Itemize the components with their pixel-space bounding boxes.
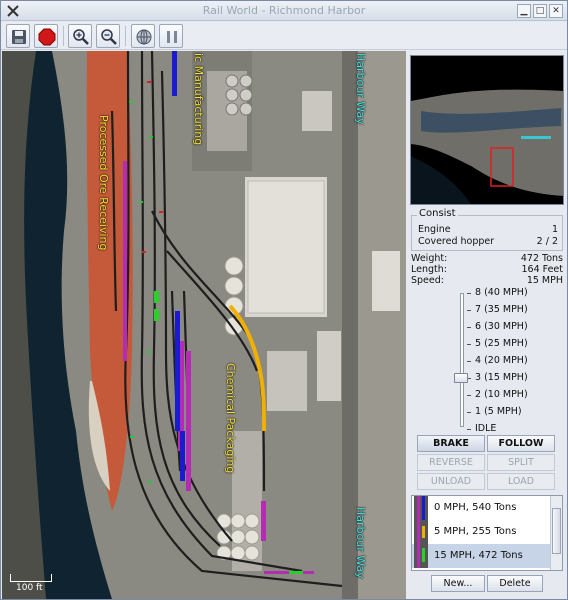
follow-button[interactable]: FOLLOW	[487, 435, 555, 452]
delete-train-button[interactable]: Delete	[487, 575, 543, 592]
consist-row: Covered hopper 2 / 2	[418, 236, 558, 248]
consist-row-value: 2 / 2	[536, 236, 558, 247]
throttle-notch-label[interactable]: 2 (10 MPH)	[475, 389, 528, 400]
pause-icon	[167, 31, 177, 43]
train-list-item[interactable]: 0 MPH, 540 Tons	[412, 496, 550, 520]
throttle-tick	[467, 429, 471, 430]
chemical-packaging-label: Chemical Packaging	[224, 363, 237, 474]
consist-row-value: 1	[551, 224, 558, 235]
scrollbar-thumb[interactable]	[552, 508, 561, 554]
throttle-notch-label[interactable]: 4 (20 MPH)	[475, 355, 528, 366]
throttle-notch-label[interactable]: 7 (35 MPH)	[475, 304, 528, 315]
reverse-button[interactable]: REVERSE	[417, 454, 485, 471]
weight-value: 472 Tons	[520, 253, 563, 264]
brake-button[interactable]: BRAKE	[417, 435, 485, 452]
globe-icon	[136, 29, 152, 45]
train-list-label: 15 MPH, 472 Tons	[434, 550, 523, 561]
train-thumbnail	[414, 496, 428, 520]
window-title: Rail World - Richmond Harbor	[202, 4, 366, 17]
throttle-tick	[467, 327, 471, 328]
weight-label: Weight:	[411, 253, 448, 264]
consist-row-label: Covered hopper	[418, 236, 495, 247]
control-panel: Consist Engine 1 Covered hopper 2 / 2 We…	[407, 51, 567, 599]
minimap-image	[411, 56, 563, 204]
harbour-way-label-top: Harbour Way	[354, 53, 367, 125]
throttle-tick	[467, 310, 471, 311]
close-icon[interactable]: ✕	[549, 4, 563, 18]
throttle-notch-label[interactable]: 3 (15 MPH)	[475, 372, 528, 383]
throttle-notch-label[interactable]: IDLE	[475, 423, 496, 434]
map-scale-label: 100 ft	[16, 583, 43, 593]
train-list-item-selected[interactable]: 15 MPH, 472 Tons	[412, 544, 550, 568]
consist-row: Engine 1	[418, 224, 558, 236]
throttle-notch-label[interactable]: 8 (40 MPH)	[475, 287, 528, 298]
length-value: 164 Feet	[521, 264, 563, 275]
train-thumbnail	[414, 544, 428, 568]
throttle-tick	[467, 344, 471, 345]
train-list-item[interactable]: 5 MPH, 255 Tons	[412, 520, 550, 544]
overview-minimap[interactable]	[410, 55, 564, 205]
throttle-tick	[467, 412, 471, 413]
throttle-thumb[interactable]	[454, 373, 468, 383]
maximize-icon[interactable]: □	[533, 4, 547, 18]
throttle-notch-label[interactable]: 6 (30 MPH)	[475, 321, 528, 332]
globe-button[interactable]	[131, 24, 155, 48]
floppy-disk-icon	[12, 30, 26, 44]
manufacturing-label: ic Manufacturing	[192, 53, 205, 146]
minimize-icon[interactable]: ▁	[517, 4, 531, 18]
train-list-scrollbar[interactable]	[550, 496, 562, 570]
train-thumbnail	[414, 520, 428, 544]
toolbar-separator	[63, 26, 64, 46]
length-label: Length:	[411, 264, 447, 275]
zoom-in-icon	[73, 29, 89, 45]
throttle-notch-label[interactable]: 5 (25 MPH)	[475, 338, 528, 349]
throttle-slider[interactable]: 8 (40 MPH) 7 (35 MPH) 6 (30 MPH) 5 (25 M…	[443, 285, 563, 434]
pause-button[interactable]	[159, 24, 183, 48]
toolbar	[1, 22, 567, 50]
stop-sign-icon	[38, 28, 56, 46]
throttle-notch-label[interactable]: 1 (5 MPH)	[475, 406, 522, 417]
unload-button[interactable]: UNLOAD	[417, 473, 485, 490]
throttle-tick	[467, 293, 471, 294]
app-window: Rail World - Richmond Harbor ▁ □ ✕ Proce…	[0, 0, 568, 600]
consist-row-label: Engine	[418, 224, 451, 235]
map-scale-bar	[10, 574, 52, 582]
speed-label: Speed:	[411, 275, 444, 286]
train-list-label: 5 MPH, 255 Tons	[434, 526, 517, 537]
toolbar-separator	[125, 26, 126, 46]
train-list-label: 0 MPH, 540 Tons	[434, 502, 517, 513]
save-button[interactable]	[6, 24, 30, 48]
title-bar[interactable]: Rail World - Richmond Harbor ▁ □ ✕	[1, 1, 567, 21]
processed-ore-label: Processed Ore Receiving	[97, 115, 110, 251]
stop-button[interactable]	[34, 24, 58, 48]
zoom-out-icon	[101, 29, 117, 45]
zoom-in-button[interactable]	[68, 24, 92, 48]
load-button[interactable]: LOAD	[487, 473, 555, 490]
zoom-out-button[interactable]	[96, 24, 120, 48]
consist-group: Consist Engine 1 Covered hopper 2 / 2	[411, 208, 563, 251]
throttle-track[interactable]	[460, 293, 464, 427]
train-list[interactable]: 0 MPH, 540 Tons 5 MPH, 255 Tons 15 MPH, …	[411, 495, 563, 571]
throttle-tick	[467, 395, 471, 396]
new-train-button[interactable]: New...	[431, 575, 485, 592]
consist-legend: Consist	[417, 208, 458, 219]
harbour-way-label-bottom: Harbour Way	[354, 507, 367, 579]
rail-map[interactable]: Processed Ore Receiving ic Manufacturing…	[2, 51, 406, 599]
throttle-tick	[467, 361, 471, 362]
split-button[interactable]: SPLIT	[487, 454, 555, 471]
